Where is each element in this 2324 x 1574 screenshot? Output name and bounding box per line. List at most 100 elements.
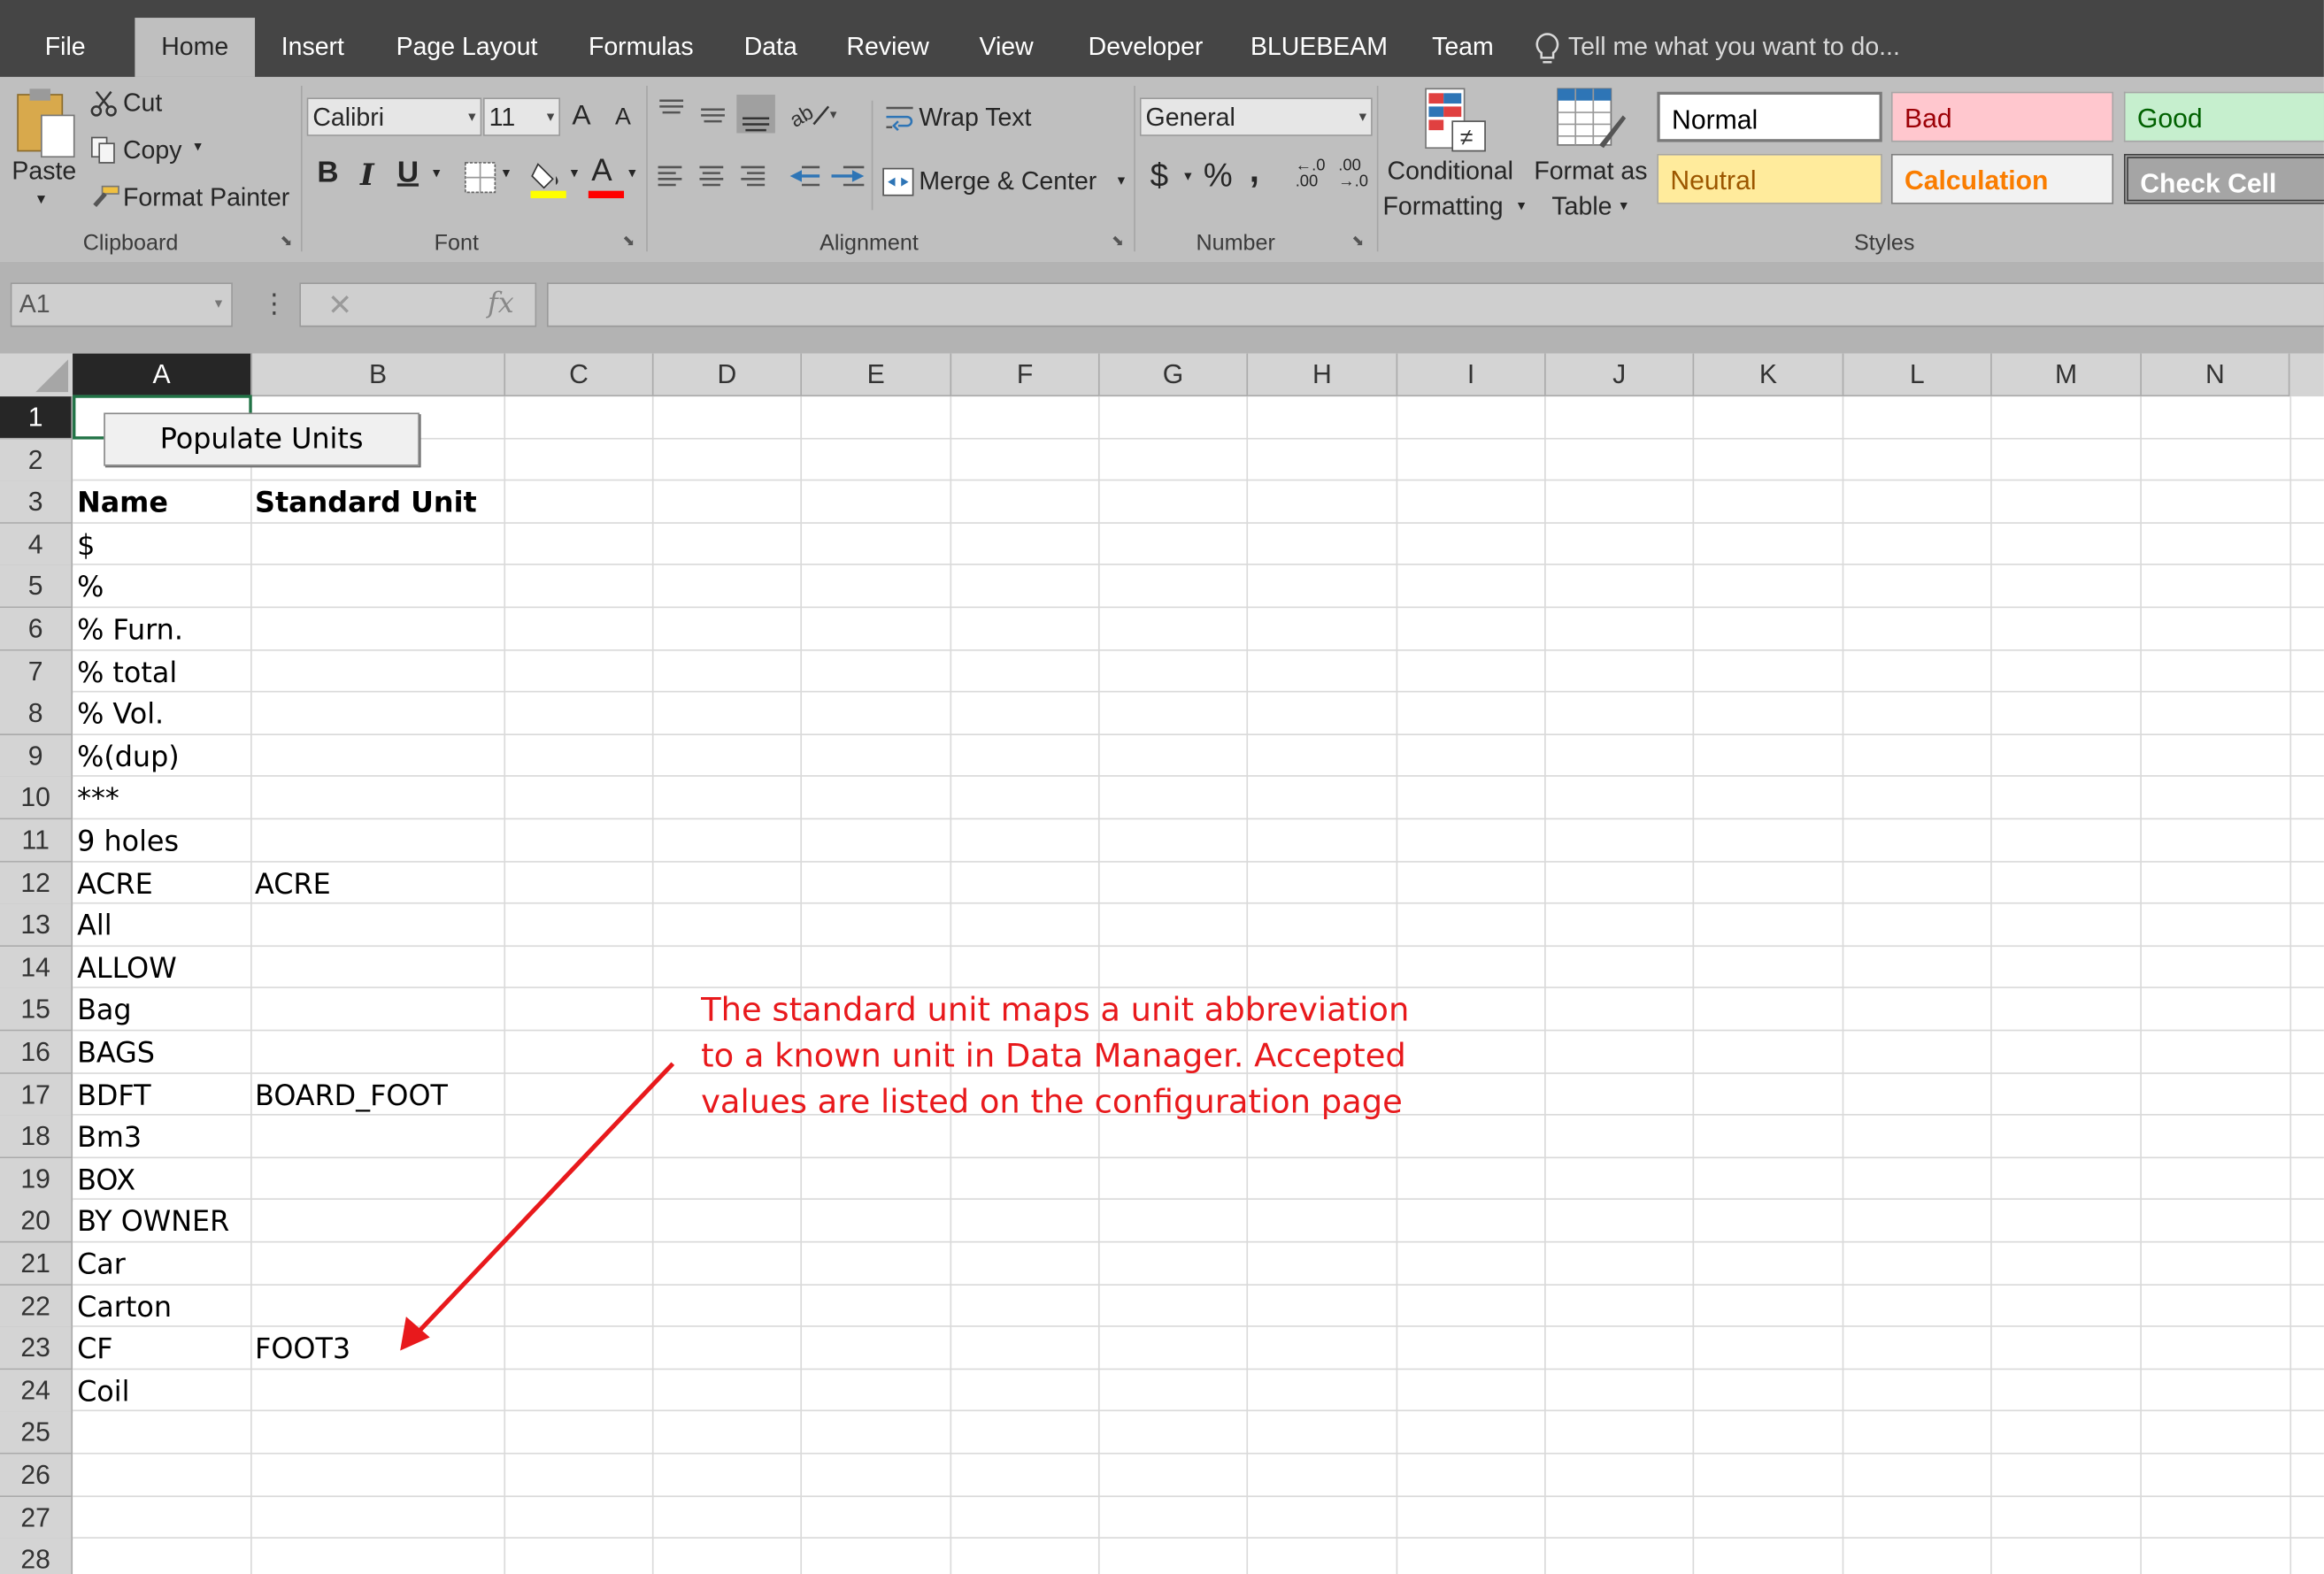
column-header-n[interactable]: N — [2141, 353, 2290, 397]
shrink-font-button[interactable]: A — [615, 105, 631, 132]
underline-dropdown-chevron-icon[interactable]: ▾ — [433, 165, 440, 181]
paste-dropdown-chevron-icon[interactable]: ▾ — [37, 189, 45, 209]
row-header-13[interactable]: 13 — [0, 903, 73, 948]
name-cell[interactable]: %(dup) — [71, 735, 180, 777]
style-check-cell[interactable]: Check Cell — [2123, 153, 2324, 204]
increase-decimal-button[interactable]: ←.0 .00 — [1296, 157, 1326, 191]
row-header-7[interactable]: 7 — [0, 650, 73, 694]
worksheet-grid[interactable] — [73, 396, 2324, 1574]
tab-home[interactable]: Home — [135, 18, 256, 77]
name-cell[interactable]: % — [71, 565, 104, 607]
tab-insert[interactable]: Insert — [270, 18, 356, 77]
comma-button[interactable]: , — [1250, 151, 1259, 193]
style-normal[interactable]: Normal — [1657, 91, 1882, 142]
column-header-e[interactable]: E — [802, 353, 952, 397]
name-cell[interactable]: Car — [71, 1242, 126, 1284]
borders-dropdown-chevron-icon[interactable]: ▾ — [503, 165, 510, 181]
fill-color-icon[interactable] — [529, 158, 568, 200]
column-header-g[interactable]: G — [1099, 353, 1249, 397]
cancel-icon[interactable]: ✕ — [327, 287, 352, 324]
row-header-15[interactable]: 15 — [0, 988, 73, 1033]
row-header-5[interactable]: 5 — [0, 565, 73, 609]
row-header-12[interactable]: 12 — [0, 862, 73, 905]
name-cell[interactable]: 9 holes — [71, 819, 179, 861]
percent-button[interactable]: % — [1204, 157, 1233, 195]
row-header-1[interactable]: 1 — [0, 396, 73, 440]
font-size-select[interactable]: 11 ▾ — [482, 97, 561, 136]
row-header-19[interactable]: 19 — [0, 1157, 73, 1202]
row-header-25[interactable]: 25 — [0, 1411, 73, 1455]
name-cell[interactable]: Bag — [71, 989, 132, 1031]
decrease-decimal-button[interactable]: .00 →.0 — [1338, 157, 1368, 191]
underline-button[interactable]: U — [397, 157, 419, 190]
name-cell[interactable]: CF — [71, 1327, 113, 1369]
font-color-dropdown-chevron-icon[interactable]: ▾ — [628, 165, 635, 181]
name-cell[interactable]: *** — [71, 777, 119, 818]
row-header-16[interactable]: 16 — [0, 1031, 73, 1074]
name-cell[interactable]: $ — [71, 524, 95, 565]
conditional-formatting-button-line2[interactable]: Formatting — [1382, 192, 1503, 221]
tab-view[interactable]: View — [966, 18, 1046, 77]
italic-button[interactable]: I — [360, 157, 374, 192]
row-header-20[interactable]: 20 — [0, 1200, 73, 1244]
tab-team[interactable]: Team — [1421, 18, 1504, 77]
copy-button[interactable]: Copy — [123, 136, 181, 165]
name-cell[interactable]: Carton — [71, 1285, 172, 1326]
row-header-4[interactable]: 4 — [0, 523, 73, 567]
column-header-d[interactable]: D — [653, 353, 803, 397]
name-cell[interactable]: % total — [71, 650, 177, 692]
column-header-j[interactable]: J — [1545, 353, 1695, 397]
format-as-table-chevron-icon[interactable]: ▾ — [1620, 198, 1627, 214]
select-all-button[interactable] — [0, 353, 73, 397]
column-header-i[interactable]: I — [1397, 353, 1546, 397]
wrap-text-button[interactable]: Wrap Text — [919, 104, 1031, 133]
row-header-23[interactable]: 23 — [0, 1327, 73, 1371]
style-neutral[interactable]: Neutral — [1657, 153, 1882, 204]
tab-bluebeam[interactable]: BLUEBEAM — [1245, 18, 1393, 77]
column-header-c[interactable]: C — [505, 353, 654, 397]
currency-button[interactable]: $ — [1150, 157, 1169, 195]
number-format-select[interactable]: General ▾ — [1139, 97, 1373, 136]
row-header-2[interactable]: 2 — [0, 438, 73, 482]
column-header-a[interactable]: A — [73, 353, 252, 397]
style-good[interactable]: Good — [2123, 91, 2324, 142]
tab-formulas[interactable]: Formulas — [578, 18, 704, 77]
header-standard-unit-cell[interactable]: Standard Unit — [249, 481, 477, 523]
tab-developer[interactable]: Developer — [1074, 18, 1217, 77]
column-header-m[interactable]: M — [1991, 353, 2142, 397]
header-name-cell[interactable]: Name — [71, 481, 168, 523]
row-header-10[interactable]: 10 — [0, 777, 73, 820]
paste-icon[interactable] — [15, 86, 81, 160]
style-bad[interactable]: Bad — [1890, 91, 2114, 142]
standard-unit-cell[interactable]: ACRE — [249, 862, 331, 903]
name-cell[interactable]: All — [71, 904, 112, 946]
column-header-f[interactable]: F — [951, 353, 1100, 397]
clipboard-launcher-icon[interactable]: ⬊ — [281, 234, 293, 250]
name-cell[interactable]: Coil — [71, 1370, 129, 1411]
tab-data[interactable]: Data — [732, 18, 809, 77]
horizontal-alignment-icons[interactable] — [657, 163, 769, 192]
currency-dropdown-chevron-icon[interactable]: ▾ — [1184, 169, 1191, 185]
merge-center-button[interactable]: Merge & Center — [919, 167, 1097, 196]
style-calculation[interactable]: Calculation — [1890, 153, 2114, 204]
bold-button[interactable]: B — [317, 157, 338, 190]
vertical-alignment-icons[interactable] — [657, 95, 781, 134]
row-header-6[interactable]: 6 — [0, 608, 73, 651]
row-header-26[interactable]: 26 — [0, 1454, 73, 1498]
format-painter-button[interactable]: Format Painter — [123, 183, 289, 212]
name-cell[interactable]: Bm3 — [71, 1116, 142, 1157]
row-header-8[interactable]: 8 — [0, 692, 73, 736]
name-cell[interactable]: BOX — [71, 1158, 135, 1200]
row-header-11[interactable]: 11 — [0, 819, 73, 863]
alignment-launcher-icon[interactable]: ⬊ — [1112, 234, 1124, 250]
borders-icon[interactable] — [464, 161, 496, 194]
more-options-icon[interactable]: ⋮ — [261, 288, 288, 319]
column-header-k[interactable]: K — [1694, 353, 1844, 397]
fill-color-dropdown-chevron-icon[interactable]: ▾ — [571, 165, 578, 181]
copy-dropdown-chevron-icon[interactable]: ▾ — [194, 139, 201, 155]
font-name-select[interactable]: Calibri ▾ — [306, 97, 482, 136]
column-header-l[interactable]: L — [1843, 353, 1992, 397]
name-cell[interactable]: BAGS — [71, 1031, 155, 1072]
name-cell[interactable]: BY OWNER — [71, 1201, 229, 1242]
paste-button[interactable]: Paste — [12, 157, 76, 186]
